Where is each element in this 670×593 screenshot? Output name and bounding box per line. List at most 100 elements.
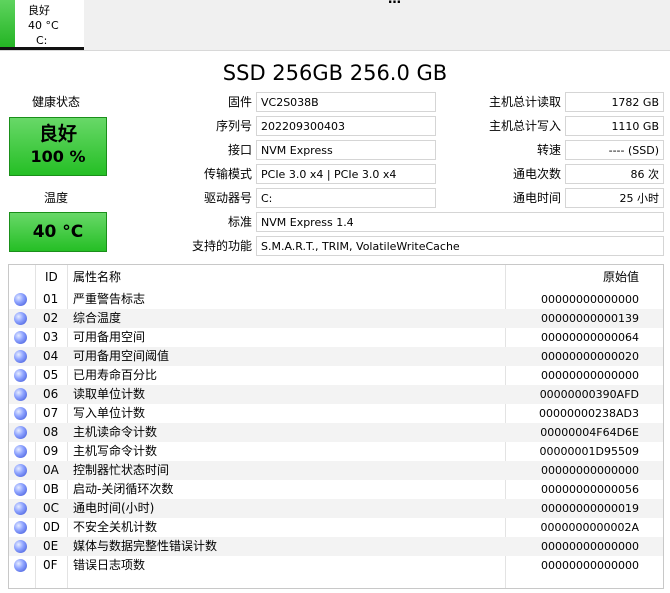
attribute-id: 0E	[43, 539, 59, 553]
interface-value: NVM Express	[256, 140, 436, 160]
attribute-raw-value: 00000000000139	[541, 312, 639, 325]
attribute-raw-value: 00000000390AFD	[539, 388, 639, 401]
table-row[interactable]: 0D 不安全关机计数 0000000000002A	[9, 518, 663, 537]
table-row[interactable]: 04 可用备用空间阈值 00000000000020	[9, 347, 663, 366]
power-on-count-label: 通电次数	[512, 167, 561, 181]
table-row[interactable]: 02 综合温度 00000000000139	[9, 309, 663, 328]
column-header-raw[interactable]: 原始值	[603, 265, 639, 289]
attribute-raw-value: 00000000000000	[541, 559, 639, 572]
smart-attribute-table[interactable]: ID 属性名称 原始值 01 严重警告标志 00000000000000 02 综合温度…	[8, 264, 664, 589]
attribute-id: 02	[43, 311, 59, 325]
drive-model-title: SSD 256GB 256.0 GB	[222, 61, 448, 85]
attribute-id: 09	[43, 444, 59, 458]
serial-value: 202209300403	[256, 116, 436, 136]
health-status-box[interactable]: 良好 100 %	[9, 117, 107, 176]
attribute-id: 05	[43, 368, 59, 382]
temperature-box[interactable]: 40 °C	[9, 212, 107, 252]
table-row[interactable]: 09 主机写命令计数 00000001D95509	[9, 442, 663, 461]
rotation-rate-label: 转速	[536, 143, 561, 157]
attribute-id: 03	[43, 330, 59, 344]
drive-tab-c[interactable]: 良好 40 °C C:	[0, 0, 84, 50]
attribute-raw-value: 00000000238AD3	[539, 407, 639, 420]
attribute-id: 0B	[43, 482, 59, 496]
health-status: 良好	[38, 123, 77, 145]
attribute-name: 主机写命令计数	[73, 444, 158, 458]
attribute-id: 07	[43, 406, 59, 420]
attribute-name: 可用备用空间	[73, 330, 146, 344]
drive-tab-temperature: 40 °C	[28, 19, 59, 32]
column-header-name[interactable]: 属性名称	[73, 265, 121, 289]
attribute-id: 0F	[43, 558, 58, 572]
table-row[interactable]: 0A 控制器忙状态时间 00000000000000	[9, 461, 663, 480]
attribute-raw-value: 00000000000056	[541, 483, 639, 496]
table-row[interactable]: 0C 通电时间(小时) 00000000000019	[9, 499, 663, 518]
drive-tab-strip: 良好 40 °C C: …	[0, 0, 670, 51]
standard-label: 标准	[227, 215, 252, 229]
status-dot-icon	[14, 350, 27, 363]
table-row[interactable]: 05 已用寿命百分比 00000000000000	[9, 366, 663, 385]
status-dot-icon	[14, 559, 27, 572]
host-writes-value: 1110 GB	[565, 116, 664, 136]
selected-tab-indicator	[0, 47, 84, 50]
attribute-name: 媒体与数据完整性错误计数	[73, 539, 218, 553]
health-label: 健康状态	[31, 95, 80, 109]
status-dot-icon	[14, 521, 27, 534]
attribute-raw-value: 00000000000000	[541, 293, 639, 306]
table-row[interactable]: 01 严重警告标志 00000000000000	[9, 290, 663, 309]
features-value: S.M.A.R.T., TRIM, VolatileWriteCache	[256, 236, 664, 256]
attribute-id: 08	[43, 425, 59, 439]
status-dot-icon	[14, 407, 27, 420]
table-row[interactable]: 0B 启动-关闭循环次数 00000000000056	[9, 480, 663, 499]
attribute-name: 主机读命令计数	[73, 425, 158, 439]
attribute-name: 可用备用空间阈值	[73, 349, 170, 363]
firmware-label: 固件	[227, 95, 252, 109]
table-row[interactable]: 03 可用备用空间 00000000000064	[9, 328, 663, 347]
attribute-raw-value: 00000001D95509	[539, 445, 639, 458]
attribute-name: 严重警告标志	[73, 292, 146, 306]
drive-tab-letter: C:	[36, 34, 48, 47]
drive-health-indicator	[0, 0, 15, 48]
status-dot-icon	[14, 445, 27, 458]
attribute-raw-value: 00000000000064	[541, 331, 639, 344]
rotation-rate-value: ---- (SSD)	[565, 140, 664, 160]
attribute-name: 错误日志项数	[73, 558, 146, 572]
attribute-raw-value: 00000000000000	[541, 369, 639, 382]
status-dot-icon	[14, 464, 27, 477]
power-on-hours-label: 通电时间	[512, 191, 561, 205]
firmware-value: VC2S038B	[256, 92, 436, 112]
status-dot-icon	[14, 483, 27, 496]
attribute-name: 综合温度	[73, 311, 122, 325]
host-reads-label: 主机总计读取	[488, 95, 561, 109]
attribute-name: 已用寿命百分比	[73, 368, 158, 382]
drive-tab-status: 良好	[28, 4, 50, 17]
attribute-raw-value: 00000000000019	[541, 502, 639, 515]
transfer-mode-label: 传输模式	[203, 167, 252, 181]
status-dot-icon	[14, 331, 27, 344]
table-row[interactable]: 0E 媒体与数据完整性错误计数 00000000000000	[9, 537, 663, 556]
table-row[interactable]: 08 主机读命令计数 00000004F64D6E	[9, 423, 663, 442]
attribute-name: 启动-关闭循环次数	[73, 482, 174, 496]
attribute-raw-value: 00000004F64D6E	[540, 426, 639, 439]
attribute-id: 0A	[43, 463, 59, 477]
features-label: 支持的功能	[191, 239, 252, 253]
status-dot-icon	[14, 426, 27, 439]
attribute-id: 06	[43, 387, 59, 401]
attribute-raw-value: 00000000000020	[541, 350, 639, 363]
attribute-raw-value: 00000000000000	[541, 540, 639, 553]
column-header-id[interactable]: ID	[45, 265, 58, 289]
attribute-name: 不安全关机计数	[73, 520, 158, 534]
power-on-hours-value: 25 小时	[565, 188, 664, 208]
interface-label: 接口	[227, 143, 252, 157]
table-row[interactable]: 06 读取单位计数 00000000390AFD	[9, 385, 663, 404]
table-row[interactable]: 0F 错误日志项数 00000000000000	[9, 556, 663, 575]
attribute-name: 控制器忙状态时间	[73, 463, 170, 477]
status-dot-icon	[14, 502, 27, 515]
status-dot-icon	[14, 293, 27, 306]
tab-overflow-glyph: …	[388, 0, 401, 7]
drive-letter-label: 驱动器号	[203, 191, 252, 205]
attribute-id: 04	[43, 349, 59, 363]
table-row[interactable]: 07 写入单位计数 00000000238AD3	[9, 404, 663, 423]
serial-label: 序列号	[215, 119, 252, 133]
status-dot-icon	[14, 312, 27, 325]
health-percent: 100 %	[30, 147, 86, 166]
